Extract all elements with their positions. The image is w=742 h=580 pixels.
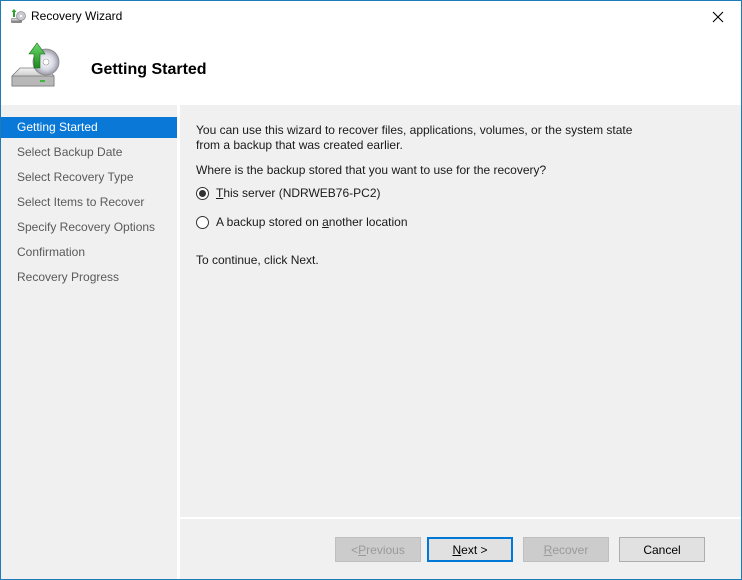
recover-button[interactable]: Recover <box>523 537 609 562</box>
page-title: Getting Started <box>91 61 207 78</box>
radio-button-another-location[interactable] <box>196 215 209 229</box>
nav-step-specify-recovery-options[interactable]: Specify Recovery Options <box>1 217 177 238</box>
recovery-wizard-app-icon <box>11 9 26 23</box>
wizard-header: Getting Started <box>1 32 741 104</box>
radio-button-this-server[interactable] <box>196 186 209 200</box>
nav-step-confirmation[interactable]: Confirmation <box>1 242 177 263</box>
title-bar: Recovery Wizard <box>1 1 741 32</box>
wizard-content: You can use this wizard to recover files… <box>180 105 741 517</box>
intro-line-2: from a backup that was created earlier. <box>196 138 403 152</box>
nav-step-getting-started[interactable]: Getting Started <box>1 117 177 138</box>
continue-instruction: To continue, click Next. <box>196 253 319 267</box>
backup-recovery-icon <box>11 42 60 87</box>
previous-button[interactable]: < Previous <box>335 537 421 562</box>
recovery-wizard-window: Recovery Wizard Getting Started Getting … <box>0 0 742 580</box>
window-title: Recovery Wizard <box>31 9 123 23</box>
intro-text: You can use this wizard to recover files… <box>196 123 656 153</box>
cancel-button[interactable]: Cancel <box>619 537 705 562</box>
wizard-steps-nav: Getting Started Select Backup Date Selec… <box>1 105 177 579</box>
nav-step-select-items-to-recover[interactable]: Select Items to Recover <box>1 192 177 213</box>
nav-step-recovery-progress[interactable]: Recovery Progress <box>1 267 177 288</box>
radio-option-this-server[interactable]: This server (NDRWEB76-PC2) <box>196 185 381 201</box>
nav-step-select-backup-date[interactable]: Select Backup Date <box>1 142 177 163</box>
close-button[interactable] <box>695 1 741 32</box>
backup-location-question: Where is the backup stored that you want… <box>196 163 547 177</box>
radio-option-another-location[interactable]: A backup stored on another location <box>196 214 408 230</box>
wizard-footer: < Previous Next > Recover Cancel <box>180 519 741 579</box>
radio-label-this-server[interactable]: This server (NDRWEB76-PC2) <box>216 186 381 200</box>
radio-label-another-location[interactable]: A backup stored on another location <box>216 215 408 229</box>
next-button[interactable]: Next > <box>427 537 513 562</box>
intro-line-1: You can use this wizard to recover files… <box>196 123 633 137</box>
nav-step-select-recovery-type[interactable]: Select Recovery Type <box>1 167 177 188</box>
close-icon <box>712 11 724 22</box>
